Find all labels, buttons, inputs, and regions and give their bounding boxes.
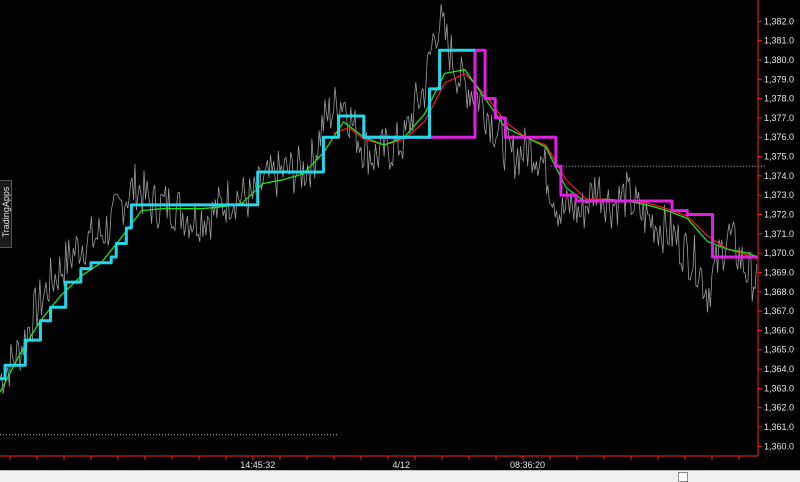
price-tick-label: 1,361.0 bbox=[764, 422, 794, 432]
price-tick-label: 1,378.0 bbox=[764, 94, 794, 104]
price-tick-label: 1,371.0 bbox=[764, 229, 794, 239]
price-tick-label: 1,380.0 bbox=[764, 55, 794, 65]
step-up-line bbox=[0, 48, 476, 381]
price-tick-label: 1,366.0 bbox=[764, 325, 794, 335]
time-axis: 14:45:32 4/12 08:36:20 bbox=[0, 455, 758, 470]
price-tick-label: 1,360.0 bbox=[764, 441, 794, 451]
plot-area bbox=[0, 4, 767, 436]
price-tick-label: 1,365.0 bbox=[764, 345, 794, 355]
time-tick-label: 4/12 bbox=[392, 460, 410, 470]
price-tick-label: 1,376.0 bbox=[764, 132, 794, 142]
price-tick-label: 1,379.0 bbox=[764, 74, 794, 84]
price-tick-label: 1,374.0 bbox=[764, 171, 794, 181]
price-tick-label: 1,369.0 bbox=[764, 267, 794, 277]
trading-apps-tab-label: TradingApps bbox=[1, 186, 11, 238]
moving-average-fast-line bbox=[0, 68, 759, 393]
time-tick-label: 08:36:20 bbox=[510, 460, 545, 470]
price-tick-label: 1,372.0 bbox=[764, 210, 794, 220]
price-tick-label: 1,382.0 bbox=[764, 16, 794, 26]
price-tick-label: 1,370.0 bbox=[764, 248, 794, 258]
price-chart: 1,360.0 1,361.0 1,362.0 1,363.0 1,364.0 1,365… bbox=[0, 0, 794, 470]
time-tick-label: 14:45:32 bbox=[240, 460, 275, 470]
price-tick-label: 1,367.0 bbox=[764, 306, 794, 316]
price-tick-label: 1,362.0 bbox=[764, 403, 794, 413]
price-axis: 1,360.0 1,361.0 1,362.0 1,363.0 1,364.0 1,365… bbox=[757, 0, 794, 456]
price-tick-label: 1,373.0 bbox=[764, 190, 794, 200]
price-tick-label: 1,375.0 bbox=[764, 152, 794, 162]
price-series bbox=[0, 4, 757, 394]
price-tick-label: 1,363.0 bbox=[764, 383, 794, 393]
price-tick-label: 1,381.0 bbox=[764, 36, 794, 46]
price-tick-label: 1,368.0 bbox=[764, 287, 794, 297]
trading-apps-tab[interactable]: TradingApps bbox=[0, 180, 12, 248]
price-tick-label: 1,364.0 bbox=[764, 364, 794, 374]
price-tick-label: 1,377.0 bbox=[764, 113, 794, 123]
horizontal-scrollbar[interactable] bbox=[0, 470, 800, 482]
